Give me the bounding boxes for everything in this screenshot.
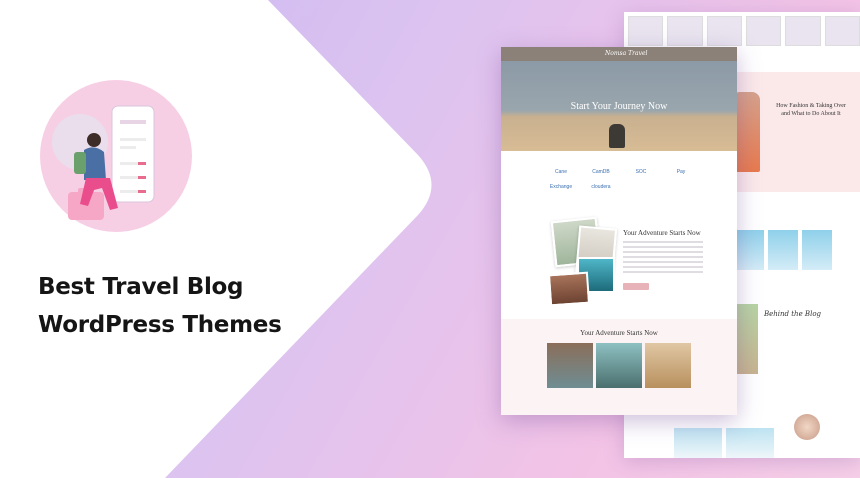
title-line-2: WordPress Themes bbox=[38, 312, 282, 338]
mockup-logo: Nomsa Travel bbox=[605, 50, 648, 57]
post-card bbox=[645, 343, 691, 388]
section-text bbox=[623, 241, 703, 276]
collage-photo bbox=[547, 271, 591, 307]
partner-logo bbox=[661, 184, 701, 190]
post-cards bbox=[547, 343, 691, 388]
title-line-1: Best Travel Blog bbox=[38, 274, 244, 300]
partner-logo: Cane bbox=[555, 169, 567, 175]
travel-illustration bbox=[40, 80, 192, 232]
partner-logos: Cane CamDB SOC Pay Exchange cloudera bbox=[541, 169, 701, 190]
behind-blog-title: Behind the Blog bbox=[764, 310, 822, 318]
partner-logo: Exchange bbox=[549, 184, 573, 190]
partner-logo: Pay bbox=[676, 169, 686, 175]
post-card bbox=[596, 343, 642, 388]
thumbnail-strip bbox=[628, 16, 860, 46]
section-2-title: Your Adventure Starts Now bbox=[580, 329, 658, 337]
partner-logo: SOC bbox=[635, 169, 647, 175]
mockup-hero: Start Your Journey Now bbox=[501, 61, 737, 151]
avatar bbox=[794, 414, 820, 440]
partner-logo bbox=[621, 184, 661, 190]
partner-logo: CamDB bbox=[592, 169, 610, 175]
partner-logo: cloudera bbox=[591, 184, 611, 190]
page-title: Best Travel Blog WordPress Themes bbox=[38, 268, 282, 344]
post-card bbox=[547, 343, 593, 388]
hero-title: Start Your Journey Now bbox=[570, 101, 668, 112]
section-title: Your Adventure Starts Now bbox=[623, 229, 701, 237]
back-bottom-images bbox=[674, 428, 774, 458]
hero-person bbox=[609, 124, 625, 148]
back-side-image bbox=[734, 304, 758, 374]
back-hero-text: How Fashion & Taking Over and What to Do… bbox=[776, 103, 846, 117]
theme-mockup-front: Nomsa Travel Start Your Journey Now Cane… bbox=[501, 47, 737, 415]
read-more-button bbox=[623, 283, 649, 290]
back-tiles bbox=[734, 230, 832, 270]
